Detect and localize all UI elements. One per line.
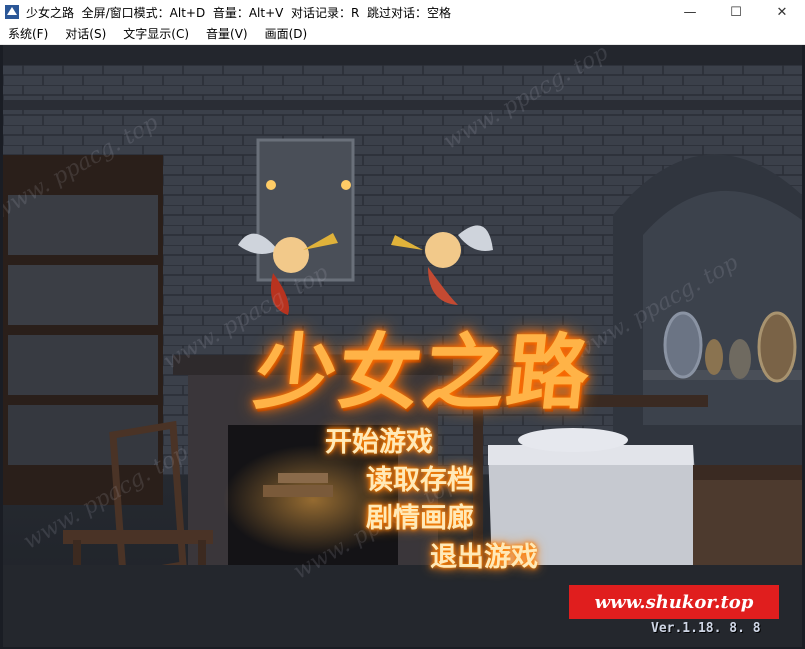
game-viewport[interactable]: www. ppacg. top www. ppacg. top www. ppa…: [3, 45, 802, 647]
menu-dialogue[interactable]: 对话(S): [57, 24, 115, 44]
exit-game-option[interactable]: 退出游戏: [430, 535, 538, 574]
start-game-option[interactable]: 开始游戏: [325, 420, 433, 459]
menu-bar: 系统(F) 对话(S) 文字显示(C) 音量(V) 画面(D): [0, 24, 805, 45]
version-label: Ver.1.18. 8. 8: [651, 621, 761, 636]
maximize-button[interactable]: ☐: [713, 0, 759, 24]
title-bar: 少女之路 全屏/窗口模式：Alt+D 音量：Alt+V 对话记录：R 跳过对话：…: [0, 0, 805, 24]
menu-screen[interactable]: 画面(D): [257, 24, 317, 44]
window-title: 少女之路 全屏/窗口模式：Alt+D 音量：Alt+V 对话记录：R 跳过对话：…: [26, 5, 451, 20]
game-logo: 少女之路: [249, 325, 597, 421]
close-button[interactable]: ✕: [759, 0, 805, 24]
menu-system[interactable]: 系统(F): [0, 24, 57, 44]
minimize-button[interactable]: —: [667, 0, 713, 24]
load-game-option[interactable]: 读取存档: [366, 458, 474, 497]
gallery-option[interactable]: 剧情画廊: [366, 496, 474, 535]
menu-volume[interactable]: 音量(V): [198, 24, 257, 44]
menu-text-display[interactable]: 文字显示(C): [115, 24, 198, 44]
window-controls: — ☐ ✕: [667, 0, 805, 24]
site-banner: www.shukor.top: [569, 585, 779, 619]
app-icon: [5, 5, 19, 19]
